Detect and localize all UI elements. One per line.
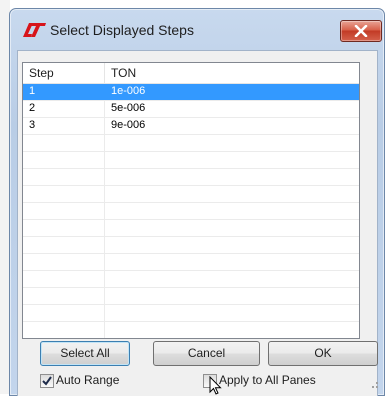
empty-list-row: [23, 135, 359, 152]
column-divider[interactable]: [104, 63, 105, 83]
list-rows: 1 1e-006 2 5e-006 3 9e-006: [23, 84, 359, 338]
close-icon: [354, 25, 368, 37]
close-button[interactable]: [340, 20, 382, 42]
step-cell: 1: [29, 85, 36, 97]
step-cell: 3: [29, 119, 36, 131]
checkmark-icon: [42, 376, 52, 386]
select-all-button[interactable]: Select All: [40, 341, 130, 366]
list-item[interactable]: 3 9e-006: [23, 118, 359, 135]
empty-list-row: [23, 288, 359, 305]
ton-cell: 1e-006: [111, 85, 146, 97]
list-header: Step TON: [23, 63, 359, 84]
steps-list[interactable]: Step TON 1 1e-006 2 5e-006 3 9e-006: [22, 62, 360, 339]
empty-list-row: [23, 169, 359, 186]
empty-list-row: [23, 305, 359, 322]
column-header-step[interactable]: Step: [29, 66, 54, 80]
auto-range-checkbox[interactable]: [40, 374, 54, 388]
mouse-pointer-icon: [209, 376, 222, 395]
auto-range-label[interactable]: Auto Range: [56, 373, 119, 387]
empty-list-row: [23, 322, 359, 338]
empty-list-row: [23, 203, 359, 220]
empty-list-row: [23, 254, 359, 271]
empty-list-row: [23, 271, 359, 288]
ton-cell: 9e-006: [111, 119, 146, 131]
empty-list-row: [23, 220, 359, 237]
cancel-button[interactable]: Cancel: [153, 341, 260, 366]
column-header-ton[interactable]: TON: [111, 66, 136, 80]
dialog-title: Select Displayed Steps: [50, 22, 194, 38]
apply-to-all-panes-label[interactable]: Apply to All Panes: [219, 373, 316, 387]
title-bar[interactable]: Select Displayed Steps: [10, 9, 384, 49]
empty-list-row: [23, 237, 359, 254]
lt-logo-icon: [23, 23, 46, 37]
list-item[interactable]: 1 1e-006: [23, 84, 359, 101]
list-item[interactable]: 2 5e-006: [23, 101, 359, 118]
empty-list-row: [23, 186, 359, 203]
empty-list-row: [23, 152, 359, 169]
ton-cell: 5e-006: [111, 102, 146, 114]
resize-grip-icon[interactable]: [368, 378, 380, 390]
step-cell: 2: [29, 102, 36, 114]
ok-button[interactable]: OK: [268, 341, 378, 366]
